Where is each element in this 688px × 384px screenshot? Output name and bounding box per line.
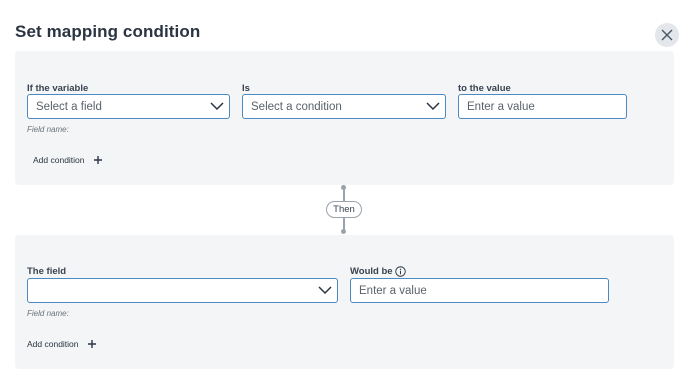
then-panel: The field Would be Field name: Add condi…: [15, 235, 674, 369]
dialog-title: Set mapping condition: [15, 22, 201, 41]
value-input[interactable]: [458, 94, 627, 119]
add-condition-button[interactable]: Add condition: [27, 339, 97, 349]
info-icon[interactable]: [395, 266, 406, 277]
plus-icon: [87, 340, 96, 348]
value-label: to the value: [458, 83, 511, 94]
close-button[interactable]: [655, 23, 679, 47]
variable-select[interactable]: Select a field: [27, 94, 230, 119]
field-name-hint: Field name:: [27, 309, 69, 318]
condition-select-placeholder: Select a condition: [251, 100, 342, 113]
then-label: Then: [326, 201, 362, 218]
variable-label: If the variable: [27, 83, 89, 94]
connector-line-top: [343, 188, 345, 201]
connector-dot-bottom: [341, 229, 346, 234]
would-be-input[interactable]: [350, 278, 609, 303]
chevron-down-icon: [210, 102, 224, 111]
chevron-down-icon: [318, 286, 332, 295]
add-condition-label: Add condition: [27, 339, 79, 349]
condition-select[interactable]: Select a condition: [242, 94, 446, 119]
mapping-condition-dialog: Set mapping condition If the variable Se…: [0, 0, 688, 384]
field-name-hint: Field name:: [27, 125, 69, 134]
plus-icon: [93, 156, 102, 164]
is-label: Is: [242, 83, 250, 94]
close-icon: [661, 29, 673, 41]
chevron-down-icon: [426, 102, 440, 111]
if-condition-panel: If the variable Select a field Is Select…: [15, 51, 674, 185]
field-label: The field: [27, 266, 67, 277]
variable-select-placeholder: Select a field: [36, 100, 102, 113]
would-be-label: Would be: [350, 266, 393, 277]
add-condition-button[interactable]: Add condition: [33, 155, 103, 165]
add-condition-label: Add condition: [33, 155, 85, 165]
target-field-select[interactable]: [27, 278, 338, 303]
